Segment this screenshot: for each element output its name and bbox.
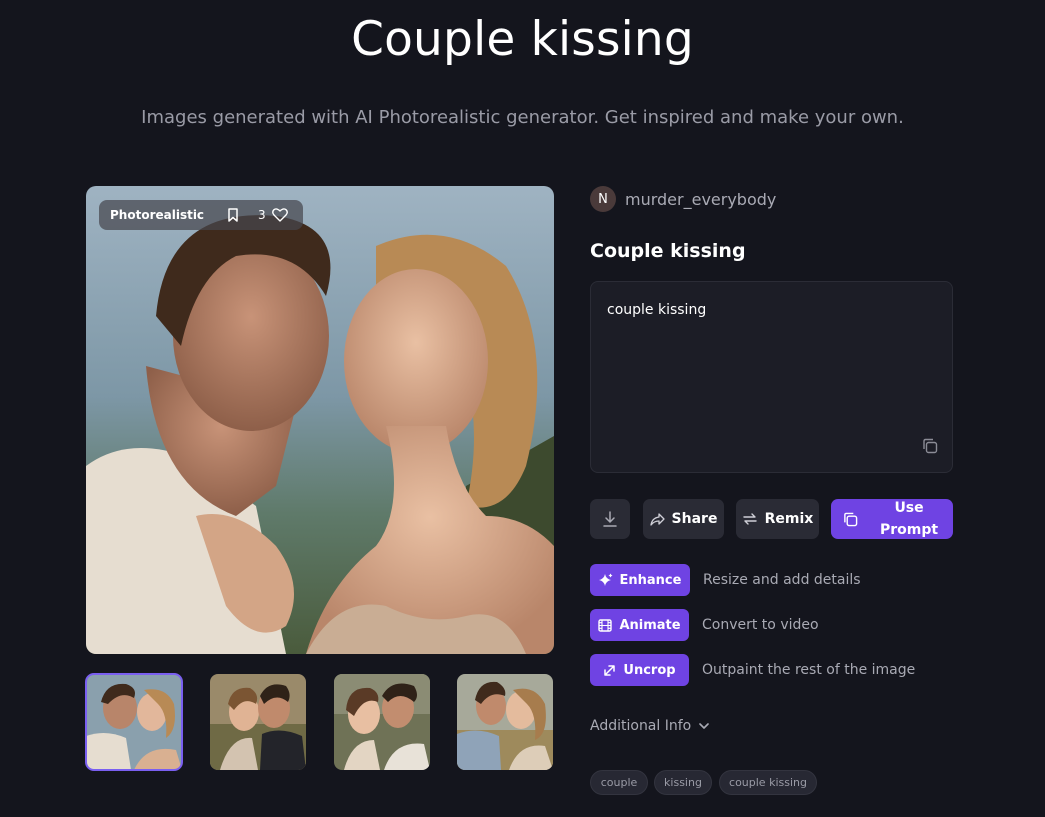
author[interactable]: N murder_everybody	[590, 186, 776, 212]
style-badge[interactable]: Photorealistic	[110, 208, 218, 222]
bookmark-icon[interactable]	[218, 208, 248, 222]
prompt-box: couple kissing	[590, 281, 953, 473]
remix-button[interactable]: Remix	[736, 499, 819, 539]
uncrop-button[interactable]: Uncrop	[590, 654, 689, 686]
chevron-down-icon	[699, 722, 710, 729]
copy-icon	[844, 512, 858, 526]
additional-info-label: Additional Info	[590, 718, 692, 734]
animate-button[interactable]: Animate	[590, 609, 689, 641]
page-subtitle: Images generated with AI Photorealistic …	[141, 107, 904, 128]
remix-icon	[742, 513, 757, 525]
enhance-label: Enhance	[619, 572, 682, 588]
download-button[interactable]	[590, 499, 630, 539]
remix-label: Remix	[764, 511, 814, 527]
enhance-row: Enhance Resize and add details	[590, 564, 861, 596]
prompt-text: couple kissing	[607, 302, 707, 318]
uncrop-row: Uncrop Outpaint the rest of the image	[590, 654, 915, 686]
enhance-description: Resize and add details	[703, 572, 861, 588]
uncrop-label: Uncrop	[623, 662, 676, 678]
tag-couple-kissing[interactable]: couple kissing	[719, 770, 817, 795]
film-icon	[598, 618, 613, 632]
thumbnail-3[interactable]	[334, 674, 430, 770]
thumbnail-2[interactable]	[210, 674, 306, 770]
main-image-art	[86, 186, 554, 654]
uncrop-description: Outpaint the rest of the image	[702, 662, 916, 678]
heart-icon	[271, 208, 288, 222]
share-label: Share	[671, 511, 718, 527]
image-title: Couple kissing	[590, 240, 746, 262]
page-title: Couple kissing	[351, 12, 694, 67]
copy-icon[interactable]	[922, 438, 938, 458]
author-name[interactable]: murder_everybody	[625, 190, 776, 209]
image-overlay: Photorealistic 3	[99, 200, 303, 230]
use-prompt-line2: Prompt	[880, 522, 939, 538]
animate-label: Animate	[619, 617, 681, 633]
download-icon	[603, 511, 617, 527]
expand-icon	[604, 664, 616, 676]
like-button[interactable]: 3	[258, 208, 288, 222]
use-prompt-line1: Use	[894, 500, 924, 516]
tag-kissing[interactable]: kissing	[654, 770, 712, 795]
additional-info-toggle[interactable]: Additional Info	[590, 718, 710, 734]
share-icon	[649, 512, 665, 526]
tag-couple[interactable]: couple	[590, 770, 648, 795]
thumbnail-4[interactable]	[457, 674, 553, 770]
animate-description: Convert to video	[702, 617, 819, 633]
sparkle-icon	[598, 573, 613, 586]
enhance-button[interactable]: Enhance	[590, 564, 690, 596]
avatar[interactable]: N	[590, 186, 616, 212]
animate-row: Animate Convert to video	[590, 609, 819, 641]
thumbnail-1[interactable]	[85, 673, 183, 771]
use-prompt-button[interactable]: Use Prompt	[831, 499, 953, 539]
share-button[interactable]: Share	[643, 499, 724, 539]
main-image[interactable]: Photorealistic 3	[86, 186, 554, 654]
use-prompt-label: Use Prompt	[880, 497, 938, 541]
like-count: 3	[258, 208, 266, 222]
